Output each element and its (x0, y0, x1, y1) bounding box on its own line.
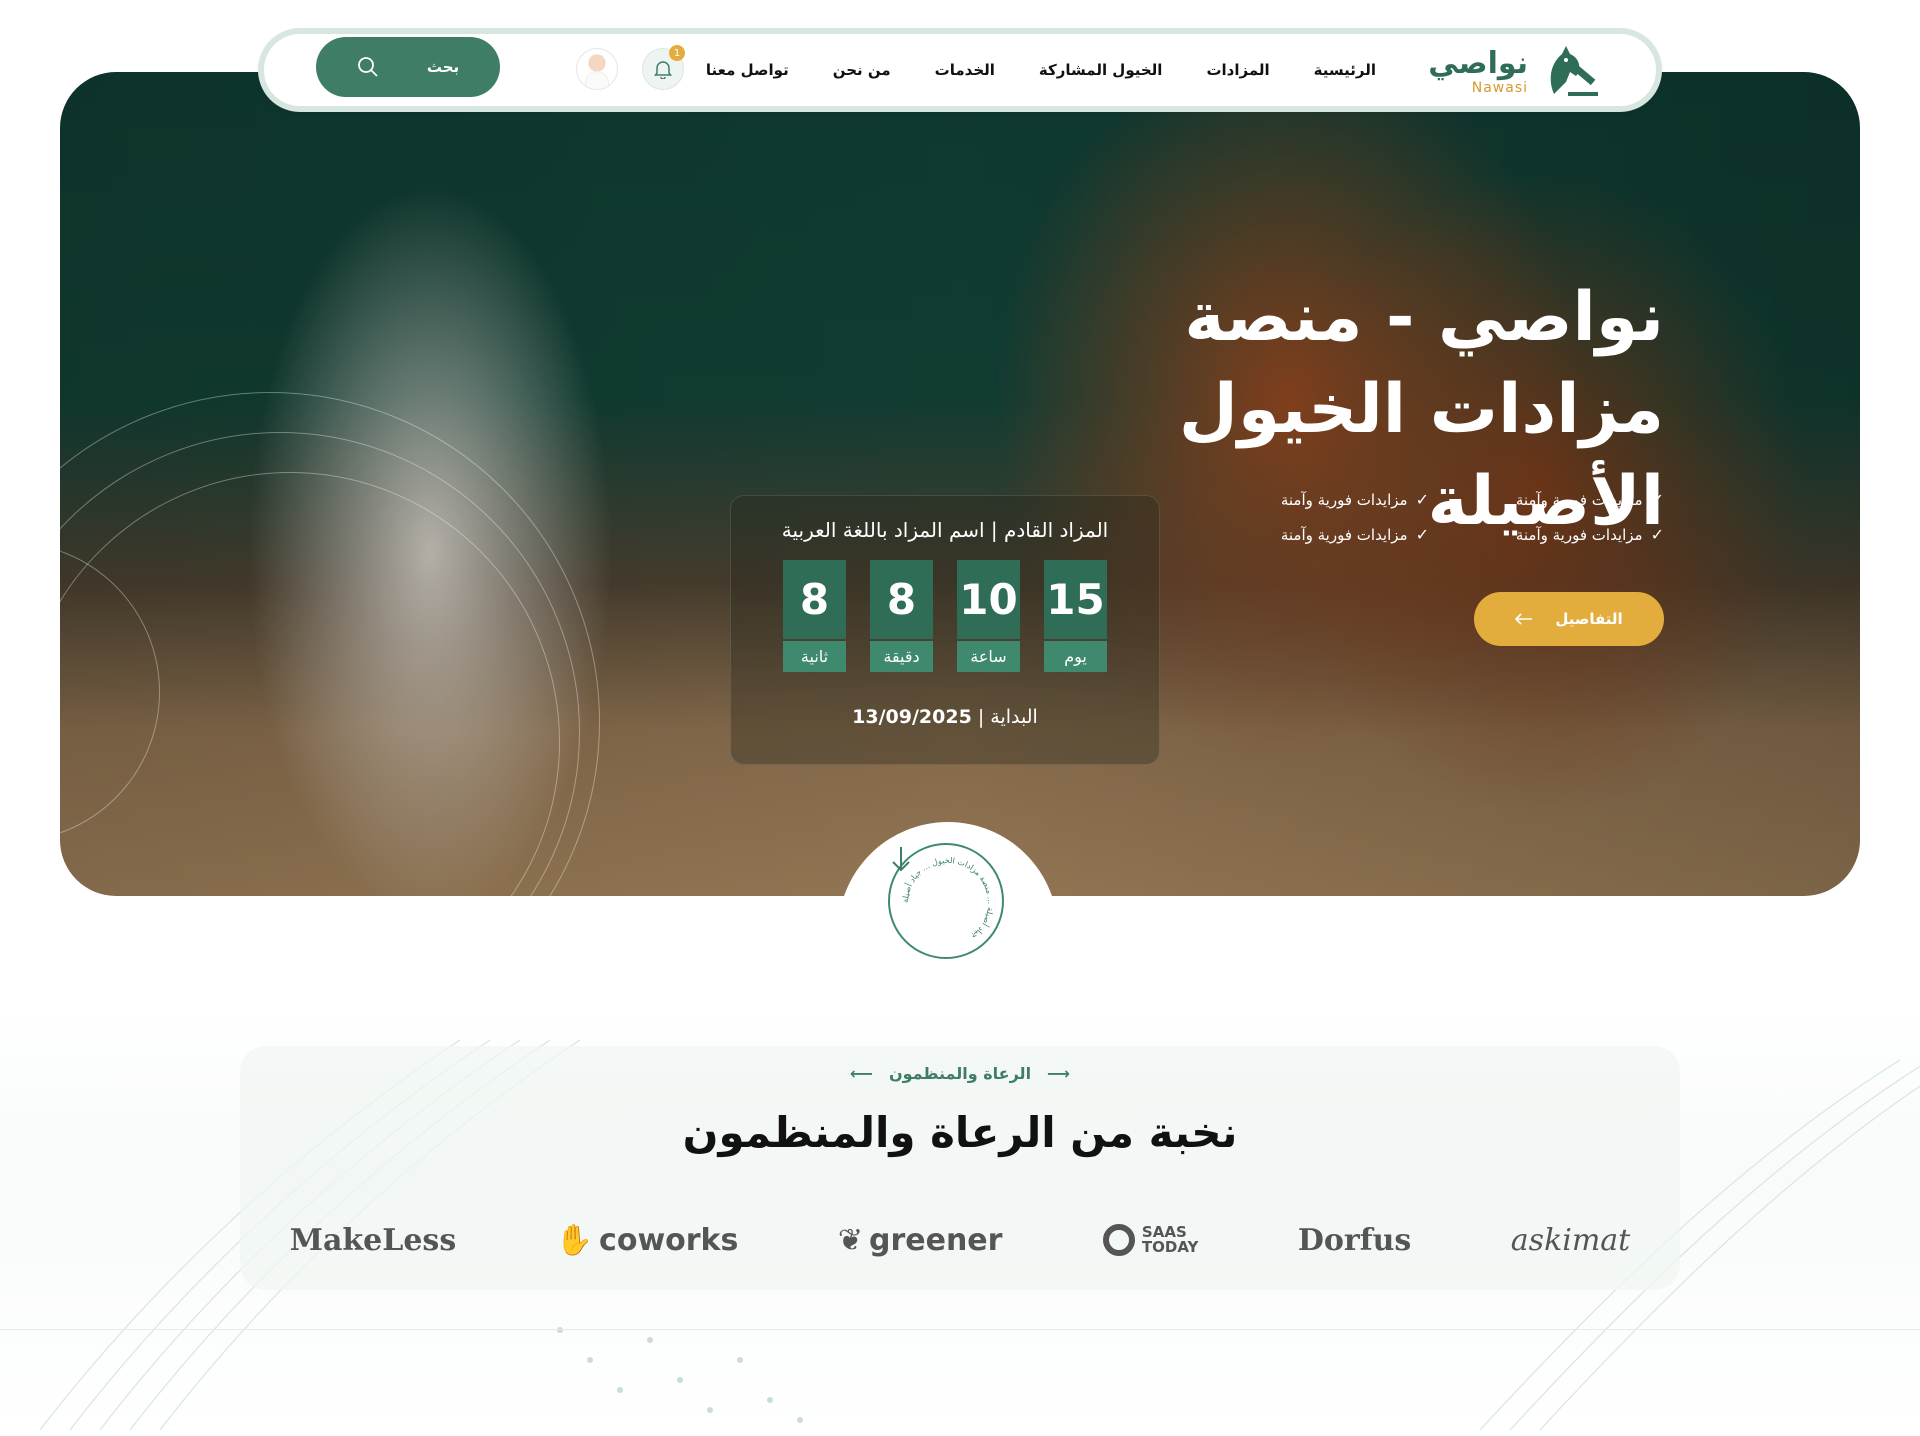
ring-logo-icon (1102, 1224, 1135, 1256)
sponsor-logo-askimat[interactable]: askimat (1511, 1223, 1630, 1258)
countdown-unit: ثانية (783, 640, 846, 672)
search-button-label: بحث (426, 58, 460, 76)
sponsor-name: askimat (1510, 1222, 1631, 1258)
logo-arabic: نواصي (1428, 46, 1528, 81)
sponsor-name: MakeLess (289, 1222, 457, 1258)
feature-item: ✓ مزايدات فورية وآمنة (1244, 490, 1429, 509)
leaf-icon: ❦ (837, 1222, 863, 1258)
nav-contact[interactable]: تواصل معنا (706, 61, 789, 79)
search-icon (357, 57, 378, 77)
sponsor-logo-coworks[interactable]: ✋ coworks (556, 1223, 739, 1258)
notification-count-badge: 1 (669, 45, 685, 61)
sponsor-logo-dorfus[interactable]: Dorfus (1298, 1223, 1411, 1258)
bell-icon (654, 61, 672, 79)
check-icon: ✓ (1650, 525, 1664, 544)
sponsor-logo-greener[interactable]: ❦ greener (838, 1223, 1003, 1258)
feature-label: مزايدات فورية وآمنة (1280, 525, 1408, 544)
countdown-value: 8 (783, 560, 846, 639)
check-icon: ✓ (1415, 490, 1429, 509)
horse-gavel-logo-icon (1550, 46, 1598, 96)
sponsors-eyebrow: ⟶ الرعاة والمنظمون ⟵ (0, 1064, 1920, 1083)
countdown-hours: 10 ساعة (957, 560, 1020, 672)
sponsor-logo-makeless[interactable]: MakeLess (290, 1223, 456, 1258)
nav-participating-horses[interactable]: الخيول المشاركة (1039, 61, 1163, 79)
sponsors-eyebrow-label: الرعاة والمنظمون (888, 1064, 1032, 1083)
next-auction-label: المزاد القادم | اسم المزاد باللغة العربي… (781, 518, 1109, 542)
sponsor-name: TODAY (1141, 1238, 1199, 1256)
countdown-value: 8 (870, 560, 933, 639)
section-divider (0, 1329, 1920, 1330)
feature-label: مزايدات فورية وآمنة (1515, 525, 1643, 544)
sponsor-logos: MakeLess ✋ coworks ❦ greener SAAS TODAY … (240, 1210, 1680, 1270)
sponsor-name: greener (868, 1222, 1003, 1258)
countdown-minutes: 8 دقيقة (870, 560, 933, 672)
scroll-down-badge[interactable]: جياد أصيلة ... منصة مزادات الخيول ... جي… (888, 843, 1004, 959)
hero-banner: نواصي - منصة مزادات الخيول الأصيلة ✓ مزا… (60, 72, 1860, 896)
svg-text:جياد أصيلة ... منصة مزادات الخ: جياد أصيلة ... منصة مزادات الخيول ... جي… (901, 856, 995, 941)
arrow-right-icon: ⟶ (1047, 1064, 1070, 1083)
check-icon: ✓ (1415, 525, 1429, 544)
nav-about[interactable]: من نحن (833, 61, 891, 79)
countdown-unit: ساعة (957, 640, 1020, 672)
feature-list: ✓ مزايدات فورية وآمنة ✓ مزايدات فورية وآ… (1244, 490, 1664, 544)
feature-label: مزايدات فورية وآمنة (1280, 490, 1408, 509)
nav-auctions[interactable]: المزادات (1206, 61, 1269, 79)
start-label: البداية | (977, 706, 1038, 728)
sponsor-logo-saas-today[interactable]: SAAS TODAY (1102, 1223, 1198, 1257)
sponsor-name: Dorfus (1297, 1222, 1412, 1258)
check-icon: ✓ (1650, 490, 1664, 509)
arrow-left-icon (1515, 613, 1533, 625)
details-button[interactable]: التفاصيل (1474, 592, 1664, 646)
nav-home[interactable]: الرئيسية (1314, 61, 1376, 79)
countdown-value: 15 (1044, 560, 1107, 639)
countdown-unit: دقيقة (870, 640, 933, 672)
countdown-seconds: 8 ثانية (783, 560, 846, 672)
feature-item: ✓ مزايدات فورية وآمنة (1479, 490, 1664, 509)
countdown-days: 15 يوم (1044, 560, 1107, 672)
countdown-value: 10 (957, 560, 1020, 639)
feature-item: ✓ مزايدات فورية وآمنة (1479, 525, 1664, 544)
notifications-button[interactable]: 1 (642, 45, 685, 90)
search-button[interactable]: بحث (316, 37, 500, 97)
start-date-line: البداية | 13/09/2025 (731, 706, 1159, 728)
nav-services[interactable]: الخدمات (935, 61, 995, 79)
top-navbar: نواصي Nawasi الرئيسية المزادات الخيول ال… (258, 28, 1662, 112)
arrow-left-icon: ⟵ (850, 1064, 873, 1083)
details-button-label: التفاصيل (1555, 610, 1623, 628)
countdown-boxes: 15 يوم 10 ساعة 8 دقيقة 8 ثانية (731, 560, 1159, 672)
sponsor-name: coworks (599, 1222, 739, 1258)
main-nav: الرئيسية المزادات الخيول المشاركة الخدما… (706, 34, 1376, 106)
feature-label: مزايدات فورية وآمنة (1515, 490, 1643, 509)
user-avatar[interactable] (576, 48, 618, 90)
logo-english: Nawasi (1471, 80, 1528, 96)
countdown-unit: يوم (1044, 640, 1107, 672)
start-date: 13/09/2025 (852, 706, 972, 728)
feature-item: ✓ مزايدات فورية وآمنة (1244, 525, 1429, 544)
arrow-down-icon (892, 847, 910, 872)
hand-icon: ✋ (555, 1222, 594, 1258)
countdown-panel: المزاد القادم | اسم المزاد باللغة العربي… (730, 495, 1160, 765)
sponsors-title: نخبة من الرعاة والمنظمون (682, 1108, 1238, 1157)
site-logo[interactable]: نواصي Nawasi (1420, 40, 1600, 104)
